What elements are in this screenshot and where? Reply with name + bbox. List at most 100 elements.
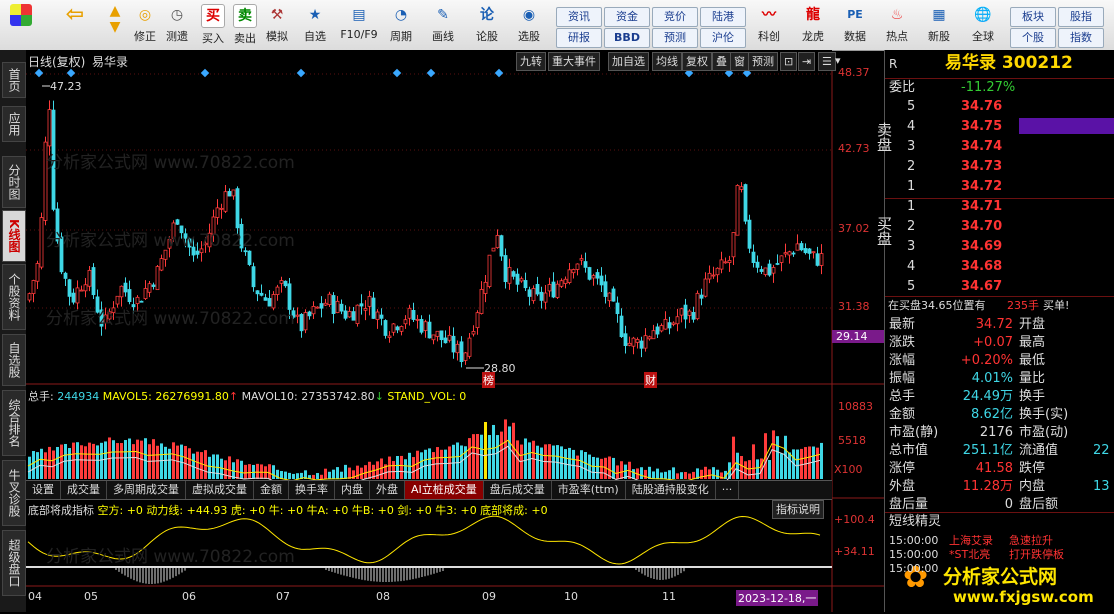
candle-body	[663, 318, 668, 330]
nav-profile[interactable]: 个股资料	[2, 264, 26, 330]
btn-nine-turn[interactable]: 九转	[516, 52, 546, 71]
volume-bar	[600, 458, 603, 479]
tb-label-2: 买入	[202, 32, 224, 45]
tb-small-3[interactable]: 陆港	[700, 7, 746, 27]
nav-home[interactable]: 首页	[2, 62, 26, 98]
arrow-icon[interactable]: ⇥	[798, 52, 816, 71]
subtab-turnover[interactable]: 换手率	[289, 481, 335, 499]
nav-timeshare[interactable]: 分时图	[2, 156, 26, 208]
tick-text: 在买盘34.65位置有	[888, 299, 986, 312]
candle-body	[535, 283, 540, 295]
subtab-multi-volume[interactable]: 多周期成交量	[107, 481, 186, 499]
candle-body	[523, 280, 528, 289]
buy-price: 34.67	[961, 279, 1003, 294]
chart-area[interactable]: 日线(复权) 易华录 九转 重大事件 加自选 均线 复权 叠 窗 预测 ⊡ ⇥ …	[26, 50, 888, 612]
indicator-help-button[interactable]: 指标说明	[772, 500, 824, 519]
candle-body	[527, 289, 532, 297]
tb-item-16[interactable]: 🌐 全球	[966, 2, 1000, 48]
quote-key-2: 市盈(动)	[1019, 425, 1069, 440]
app-logo[interactable]	[4, 2, 38, 48]
nav-watchlist[interactable]: 自选股	[2, 334, 26, 386]
btn-forecast[interactable]: 预测	[748, 52, 778, 71]
subtab-settings[interactable]: 设置	[26, 481, 61, 499]
tb-label-1: 测遗	[166, 30, 188, 43]
quote-row-4: 总手 24.49万 换手	[885, 388, 1114, 406]
subtab-ai-volume[interactable]: AI立桩成交量	[405, 481, 484, 499]
tb-small-7[interactable]: 沪伦	[700, 28, 746, 48]
volume-bar	[320, 474, 323, 479]
subtab-outer[interactable]: 外盘	[370, 481, 405, 499]
tb-small-8[interactable]: 板块	[1010, 7, 1056, 27]
tb-item-14[interactable]: ♨ 热点	[880, 2, 914, 48]
tb-item-15[interactable]: ▦ 新股	[922, 2, 956, 48]
subtab-volume[interactable]: 成交量	[61, 481, 107, 499]
subtab-virtual-volume[interactable]: 虚拟成交量	[186, 481, 254, 499]
candle-body	[567, 269, 572, 283]
candle-body	[507, 267, 512, 284]
candle-body	[39, 217, 44, 268]
nav-superboard[interactable]: 超级盘口	[2, 530, 26, 596]
tb-item-8[interactable]: ✎ 画线	[426, 2, 460, 48]
tb-item-3[interactable]: 卖卖出	[228, 2, 262, 48]
subtab-amount[interactable]: 金额	[254, 481, 289, 499]
tb-item-12[interactable]: 龍龙虎	[796, 2, 830, 48]
lock-icon[interactable]: ⊡	[780, 52, 798, 71]
nav-apps[interactable]: 应用	[2, 106, 26, 142]
weibi-row: 委比 -11.27%	[885, 78, 1114, 97]
subtab-after-volume[interactable]: 盘后成交量	[484, 481, 552, 499]
subtab-inner[interactable]: 内盘	[335, 481, 370, 499]
tb-item-1[interactable]: ◷ 测遗	[160, 2, 194, 48]
btn-overlay[interactable]: 叠	[712, 52, 731, 71]
tb-item-10[interactable]: ◉ 选股	[512, 2, 546, 48]
candle-body	[347, 311, 352, 318]
tb-label-13: 数据	[844, 30, 866, 43]
subtab-more[interactable]: ···	[716, 481, 740, 499]
candle-body	[83, 284, 88, 292]
candle-body	[623, 333, 628, 346]
marker-rank[interactable]: 榜	[482, 372, 495, 388]
candle-body	[259, 292, 264, 296]
candle-body	[427, 321, 432, 339]
nav-diagnosis[interactable]: 牛叉诊股	[2, 460, 26, 526]
scroll-up-icon[interactable]: ▲ ▼	[98, 2, 132, 48]
sell-level: 3	[907, 139, 916, 154]
tick-alert[interactable]: 在买盘34.65位置有 235手 买单!	[885, 296, 1114, 315]
tb-small-2[interactable]: 竞价	[652, 7, 698, 27]
tb-small-6[interactable]: 预测	[652, 28, 698, 48]
btn-adjust[interactable]: 复权	[682, 52, 712, 71]
tb-small-4[interactable]: 研报	[556, 28, 602, 48]
buy-level: 4	[907, 259, 916, 274]
back-button[interactable]: ⇦	[58, 2, 92, 48]
subtab-hk-holdings[interactable]: 陆股通持股变化	[626, 481, 716, 499]
tb-item-13[interactable]: PE 数据	[838, 2, 872, 48]
nav-kline[interactable]: K线图	[2, 210, 26, 262]
tb-small-5[interactable]: BBD	[604, 28, 650, 48]
volume-bar	[444, 449, 447, 479]
tb-item-6[interactable]: ▤ F10/F9	[338, 2, 380, 48]
date-1: 05	[84, 590, 98, 603]
buy-price: 34.70	[961, 219, 1003, 234]
volume-bar	[492, 424, 495, 479]
subtab-pe-ttm[interactable]: 市盈率(ttm)	[552, 481, 626, 499]
candle-body	[795, 243, 800, 251]
btn-ma[interactable]: 均线	[652, 52, 682, 71]
tb-small-11[interactable]: 指数	[1058, 28, 1104, 48]
btn-major-events[interactable]: 重大事件	[548, 52, 600, 71]
tb-item-4[interactable]: ⚒ 模拟	[260, 2, 294, 48]
tb-item-2[interactable]: 买买入	[196, 2, 230, 48]
kline-chart[interactable]	[26, 50, 884, 612]
tb-small-10[interactable]: 个股	[1010, 28, 1056, 48]
tb-item-9[interactable]: 论论股	[470, 2, 504, 48]
tb-small-1[interactable]: 资金	[604, 7, 650, 27]
marker-finance[interactable]: 财	[644, 372, 657, 388]
volume-bar	[40, 448, 43, 479]
tb-small-9[interactable]: 股指	[1058, 7, 1104, 27]
tb-item-5[interactable]: ★ 自选	[298, 2, 332, 48]
tb-item-0[interactable]: ◎ 修正	[128, 2, 162, 48]
tb-small-0[interactable]: 资讯	[556, 7, 602, 27]
tb-item-11[interactable]: 〰科创	[752, 2, 786, 48]
tb-item-7[interactable]: ◔ 周期	[384, 2, 418, 48]
btn-window[interactable]: 窗	[730, 52, 749, 71]
btn-add-watch[interactable]: 加自选	[608, 52, 649, 71]
nav-ranking[interactable]: 综合排名	[2, 390, 26, 456]
